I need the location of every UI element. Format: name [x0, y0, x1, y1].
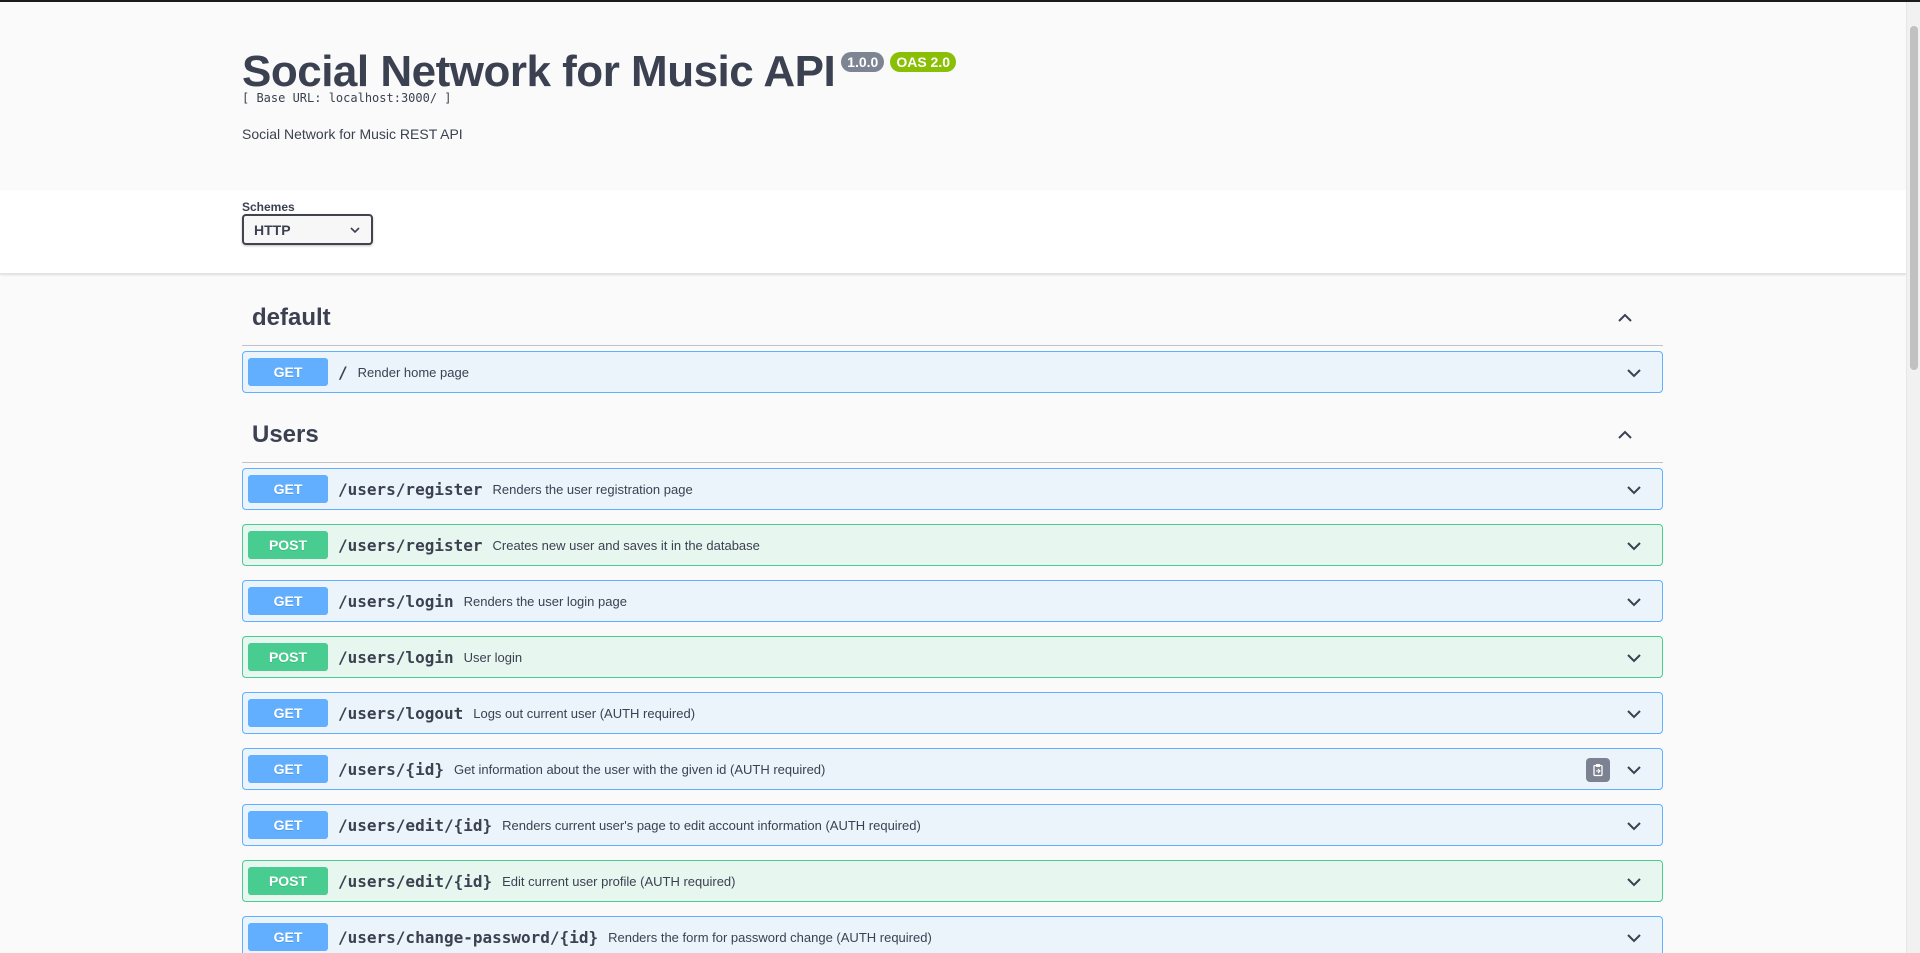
chevron-down-icon[interactable]	[1624, 592, 1644, 612]
api-title: Social Network for Music API	[242, 47, 836, 96]
operation-controls	[1624, 861, 1644, 903]
operation-controls	[1624, 805, 1644, 847]
operation-path: /users/register	[338, 535, 483, 555]
operation-controls	[1624, 469, 1644, 511]
chevron-down-icon[interactable]	[1624, 363, 1644, 383]
chevron-down-icon[interactable]	[1624, 648, 1644, 668]
operation-controls	[1624, 693, 1644, 735]
operation-summary: Renders current user's page to edit acco…	[502, 817, 921, 833]
chevron-up-icon[interactable]	[1615, 308, 1635, 328]
operation-controls	[1624, 581, 1644, 623]
api-description: Social Network for Music REST API	[242, 126, 463, 142]
section-users-operations: GET/users/register Renders the user regis…	[242, 468, 1663, 953]
operation-controls	[1586, 749, 1644, 791]
operation-controls	[1624, 352, 1644, 394]
operation-summary: Logs out current user (AUTH required)	[473, 705, 696, 721]
chevron-up-icon[interactable]	[1615, 425, 1635, 445]
operation-summary: Renders the user login page	[463, 593, 627, 609]
schemes-selected-value: HTTP	[254, 221, 291, 238]
section-default-header[interactable]: default	[242, 290, 1663, 346]
method-badge: POST	[248, 867, 328, 895]
schemes-select[interactable]: HTTP	[242, 214, 373, 245]
chevron-down-icon[interactable]	[1624, 480, 1644, 500]
operation-row[interactable]: POST/users/register Creates new user and …	[242, 524, 1663, 566]
clipboard-icon[interactable]	[1586, 758, 1610, 782]
operation-path: /users/login	[338, 591, 454, 611]
chevron-down-icon[interactable]	[1624, 536, 1644, 556]
operation-controls	[1624, 637, 1644, 679]
operation-row[interactable]: GET/users/edit/{id} Renders current user'…	[242, 804, 1663, 846]
method-badge: GET	[248, 587, 328, 615]
method-badge: POST	[248, 531, 328, 559]
method-badge: GET	[248, 923, 328, 951]
operation-path: /users/edit/{id}	[338, 815, 493, 835]
operations-content: default GET / Render home page Users GET/u…	[242, 290, 1663, 953]
operation-summary: Renders the form for password change (AU…	[608, 929, 932, 945]
method-badge: GET	[248, 811, 328, 839]
method-badge: GET	[248, 475, 328, 503]
chevron-down-icon[interactable]	[1624, 816, 1644, 836]
operation-row[interactable]: GET / Render home page	[242, 351, 1663, 393]
operation-summary: Creates new user and saves it in the dat…	[492, 537, 760, 553]
operation-row[interactable]: GET/users/change-password/{id} Renders th…	[242, 916, 1663, 953]
operation-path: /users/logout	[338, 703, 464, 723]
method-badge: GET	[248, 358, 328, 386]
method-badge: GET	[248, 699, 328, 727]
method-badge: POST	[248, 643, 328, 671]
operation-summary: Render home page	[357, 364, 469, 380]
operation-row[interactable]: GET/users/logout Logs out current user (A…	[242, 692, 1663, 734]
chevron-down-icon	[350, 226, 360, 233]
operation-row[interactable]: POST/users/edit/{id} Edit current user pr…	[242, 860, 1663, 902]
chevron-down-icon[interactable]	[1624, 872, 1644, 892]
title-block: Social Network for Music API 1.0.0 OAS 2…	[242, 47, 957, 96]
version-badge: 1.0.0	[841, 52, 885, 72]
scrollbar-thumb[interactable]	[1910, 26, 1918, 370]
section-default-operations: GET / Render home page	[242, 351, 1663, 393]
operation-controls	[1624, 525, 1644, 567]
operation-summary: Edit current user profile (AUTH required…	[502, 873, 736, 889]
chevron-down-icon[interactable]	[1624, 704, 1644, 724]
section-title: default	[252, 303, 331, 331]
chevron-down-icon[interactable]	[1624, 760, 1644, 780]
chevron-down-icon[interactable]	[1624, 928, 1644, 948]
operation-row[interactable]: GET/users/login Renders the user login pa…	[242, 580, 1663, 622]
method-badge: GET	[248, 755, 328, 783]
scrollbar[interactable]	[1906, 2, 1920, 953]
operation-summary: Get information about the user with the …	[453, 761, 826, 777]
schemes-container: Schemes HTTP	[0, 190, 1906, 274]
operation-path: /users/{id}	[338, 759, 444, 779]
operation-row[interactable]: GET/users/{id} Get information about the …	[242, 748, 1663, 790]
info-header: Social Network for Music API 1.0.0 OAS 2…	[0, 2, 1906, 190]
operation-path: /users/edit/{id}	[338, 871, 493, 891]
oas-badge: OAS 2.0	[890, 52, 957, 72]
operation-summary: User login	[463, 649, 523, 665]
operation-row[interactable]: GET/users/register Renders the user regis…	[242, 468, 1663, 510]
operation-path: /	[338, 362, 348, 382]
section-title: Users	[252, 420, 319, 448]
operation-controls	[1624, 917, 1644, 953]
operation-path: /users/change-password/{id}	[338, 927, 599, 947]
base-url: [ Base URL: localhost:3000/ ]	[242, 91, 452, 105]
operation-path: /users/register	[338, 479, 483, 499]
operation-row[interactable]: POST/users/login User login	[242, 636, 1663, 678]
section-users-header[interactable]: Users	[242, 407, 1663, 463]
operation-summary: Renders the user registration page	[492, 481, 693, 497]
schemes-label: Schemes	[242, 200, 295, 214]
operation-path: /users/login	[338, 647, 454, 667]
